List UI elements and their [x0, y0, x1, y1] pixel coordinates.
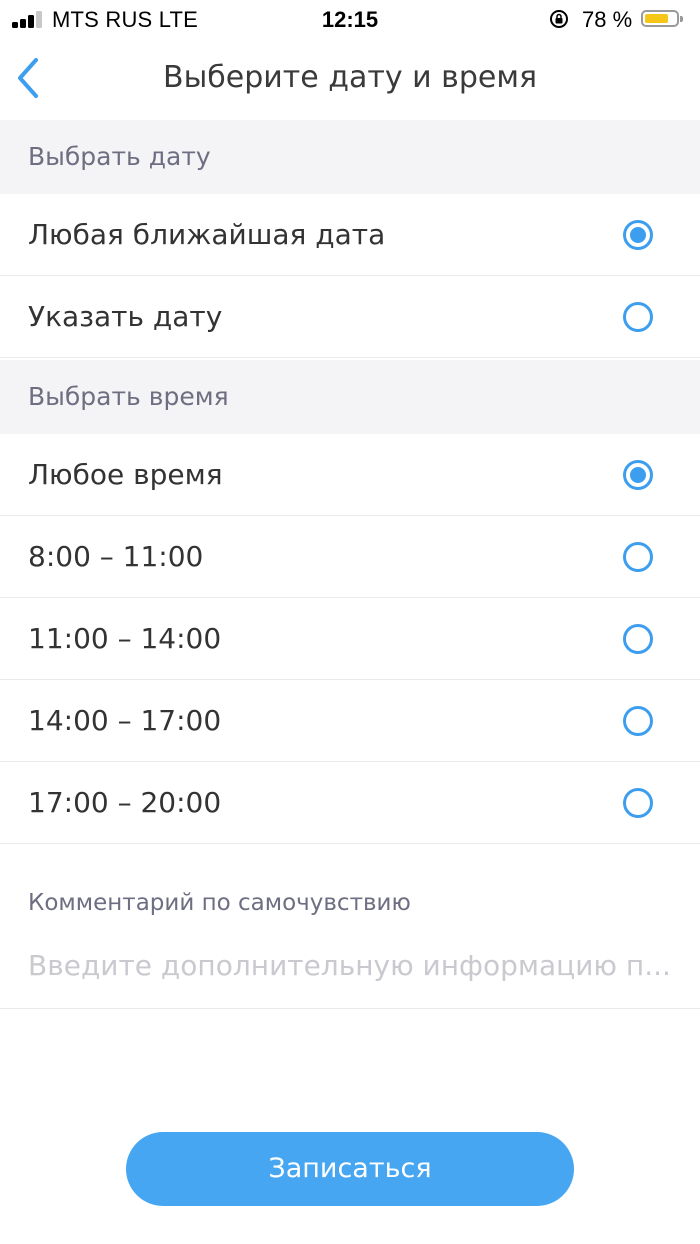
battery-level: [645, 14, 668, 23]
radio-button[interactable]: [623, 302, 653, 332]
option-label: Любое время: [28, 458, 223, 491]
time-option-any[interactable]: Любое время: [0, 434, 700, 516]
battery-percent: 78 %: [582, 7, 633, 32]
option-label: 17:00 – 20:00: [28, 786, 222, 819]
comment-input[interactable]: [28, 940, 678, 990]
date-section-header: Выбрать дату: [0, 120, 700, 194]
time-option-14-17[interactable]: 14:00 – 17:00: [0, 680, 700, 762]
radio-button[interactable]: [623, 220, 653, 250]
option-label: 14:00 – 17:00: [28, 704, 222, 737]
orientation-lock-icon: [550, 10, 568, 28]
nav-bar: Выберите дату и время: [0, 40, 700, 120]
time-option-17-20[interactable]: 17:00 – 20:00: [0, 762, 700, 844]
radio-button[interactable]: [623, 706, 653, 736]
date-option-specify[interactable]: Указать дату: [0, 276, 700, 358]
submit-button[interactable]: Записаться: [126, 1132, 574, 1206]
radio-button[interactable]: [623, 460, 653, 490]
page-title: Выберите дату и время: [162, 60, 538, 95]
option-label: Любая ближайшая дата: [28, 218, 386, 251]
battery-icon: [641, 10, 683, 27]
radio-button[interactable]: [623, 624, 653, 654]
divider: [0, 1008, 700, 1009]
comment-label: Комментарий по самочувствию: [28, 890, 411, 916]
option-label: 11:00 – 14:00: [28, 622, 222, 655]
time-option-11-14[interactable]: 11:00 – 14:00: [0, 598, 700, 680]
time-section-header: Выбрать время: [0, 360, 700, 434]
option-label: Указать дату: [28, 300, 223, 333]
option-label: 8:00 – 11:00: [28, 540, 204, 573]
date-option-nearest[interactable]: Любая ближайшая дата: [0, 194, 700, 276]
status-bar: MTS RUS LTE 12:15 78 %: [0, 0, 700, 40]
radio-button[interactable]: [623, 542, 653, 572]
radio-button[interactable]: [623, 788, 653, 818]
time-option-8-11[interactable]: 8:00 – 11:00: [0, 516, 700, 598]
